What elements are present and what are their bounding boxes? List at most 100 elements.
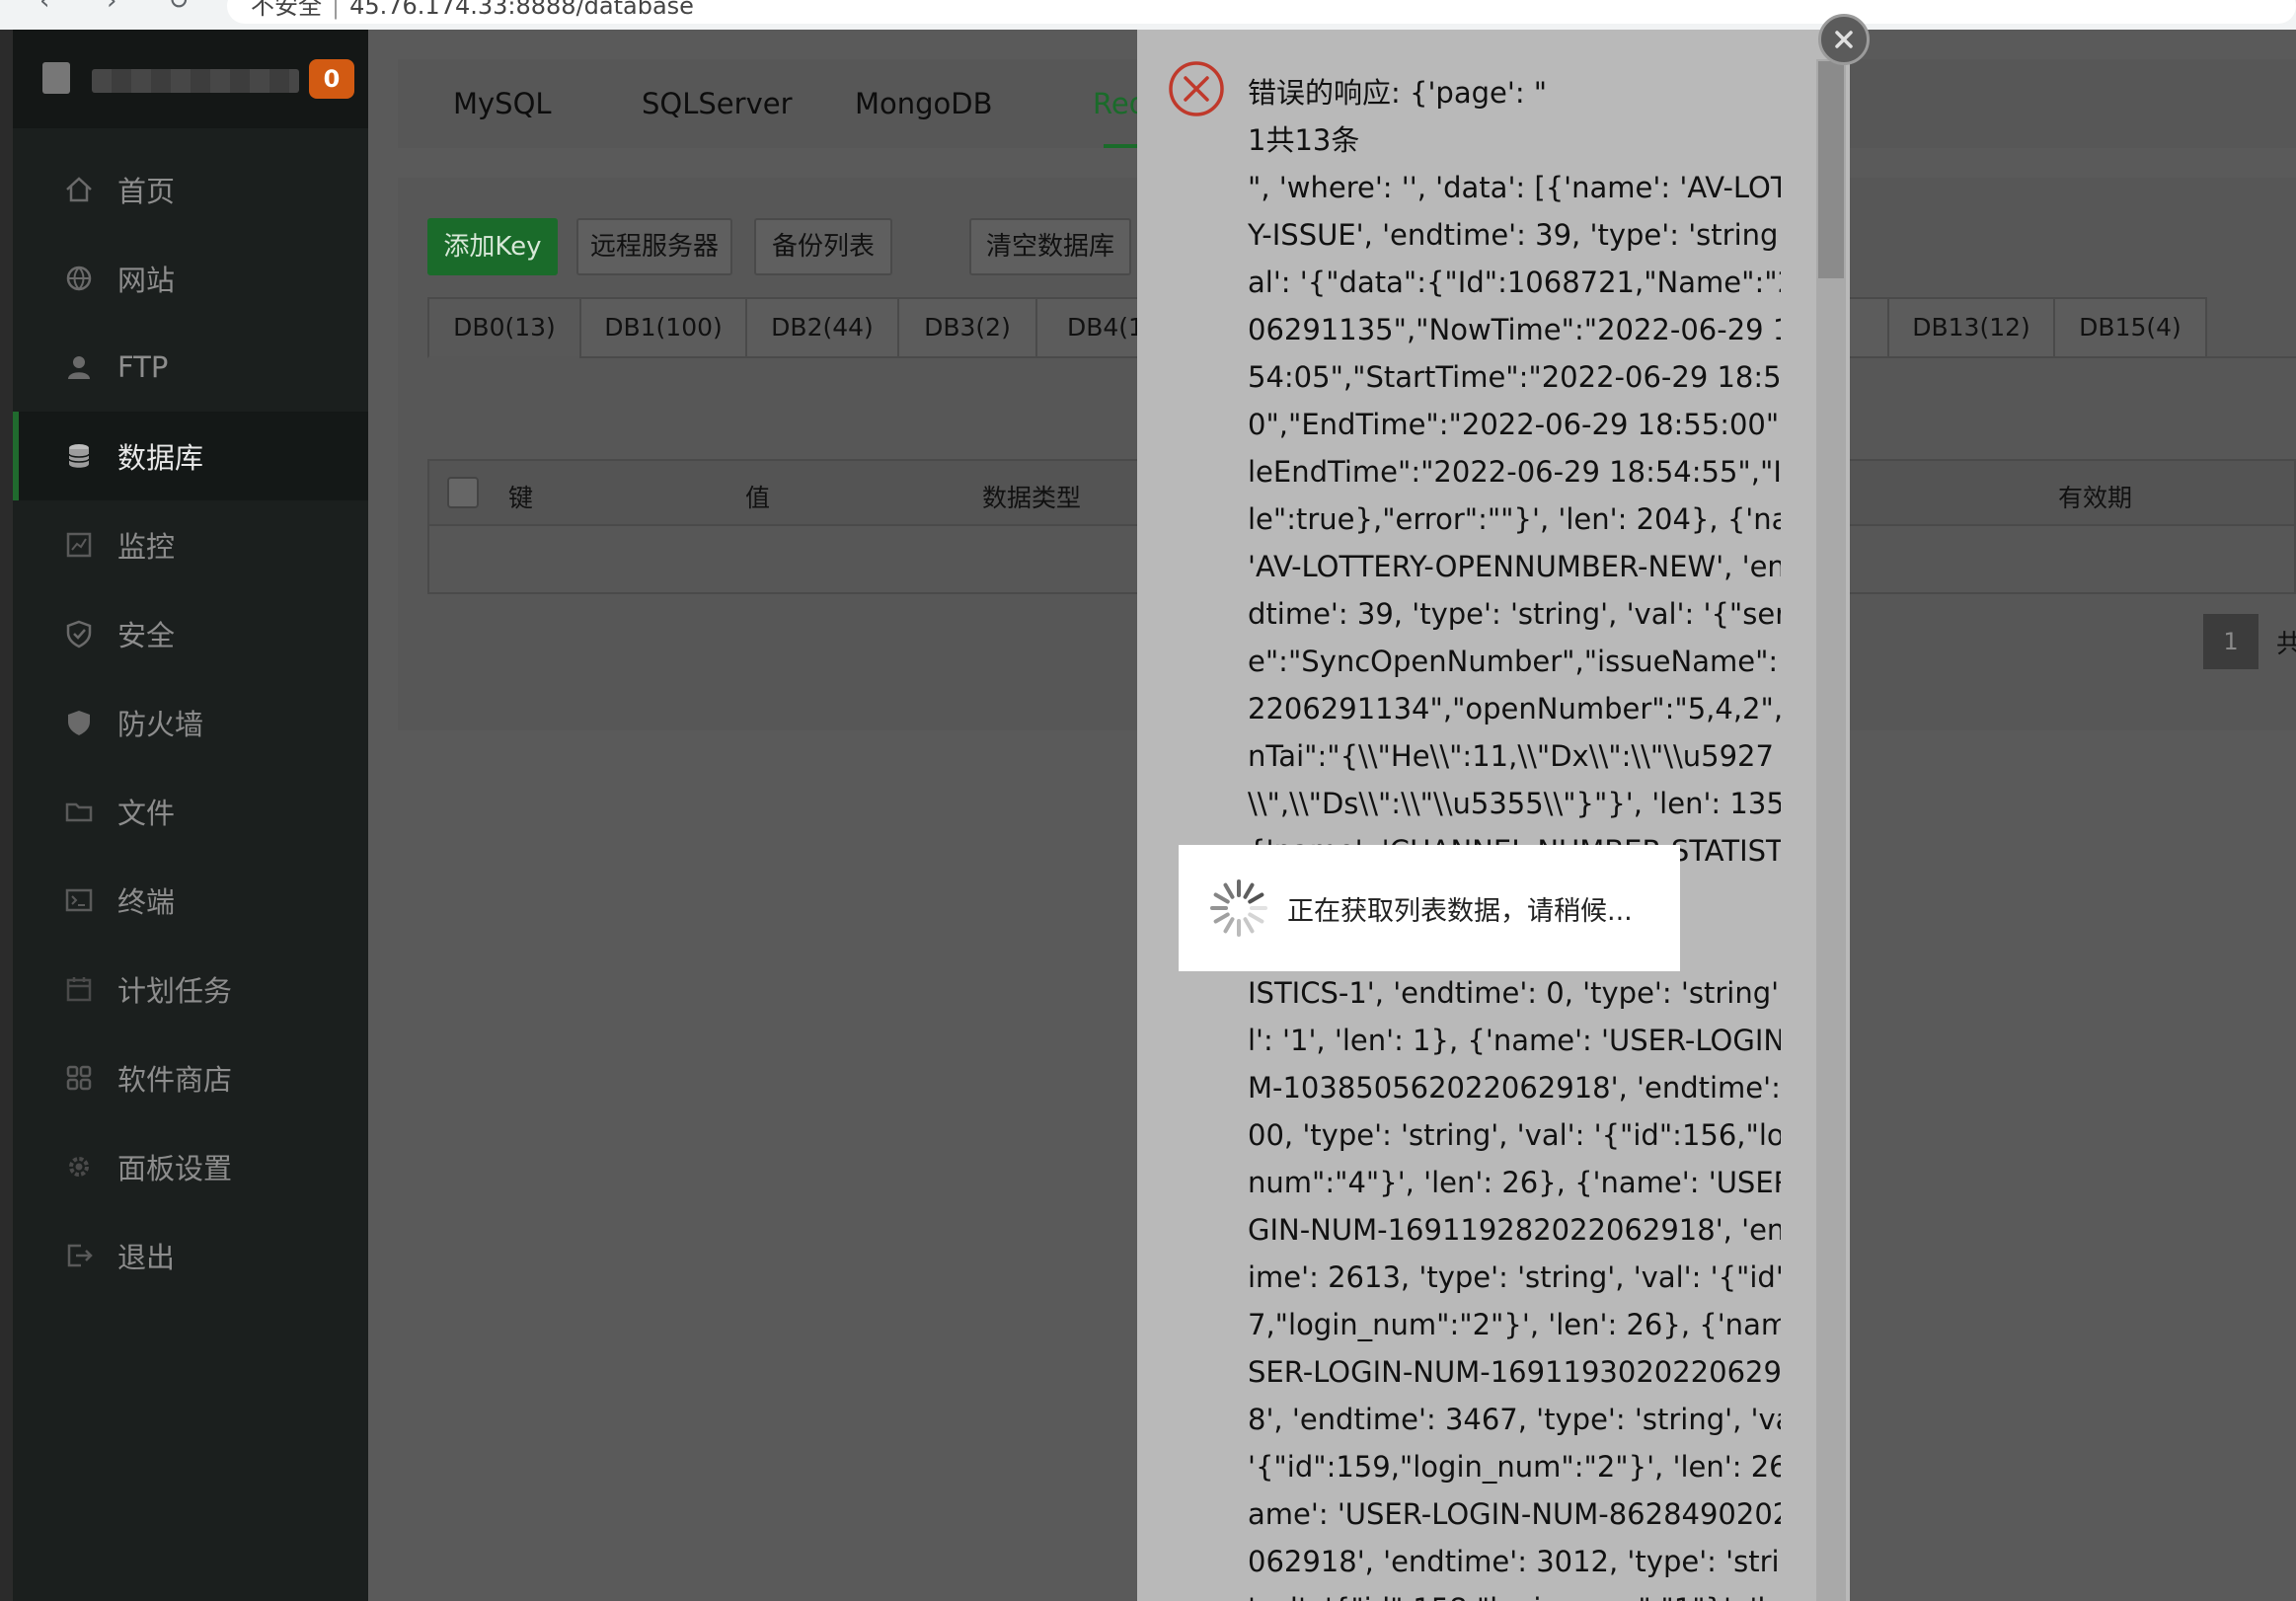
sidebar-item-logout[interactable]: 退出: [13, 1211, 368, 1300]
error-message-line: le":true},"error":""}', 'len': 204}, {'n…: [1248, 502, 1781, 536]
sidebar-item-label: 监控: [117, 530, 176, 564]
error-message-line: 00, 'type': 'string', 'val': '{"id":156,…: [1248, 1118, 1781, 1152]
sidebar-item-cron[interactable]: 计划任务: [13, 945, 368, 1033]
sidebar-item-firewall[interactable]: 防火墙: [13, 678, 368, 767]
update-badge[interactable]: 0: [309, 59, 354, 99]
tab-db13[interactable]: DB13(12): [1887, 297, 2055, 358]
forward-icon[interactable]: ›: [107, 0, 116, 16]
error-message-line: ame': 'USER-LOGIN-NUM-86284902022: [1248, 1497, 1781, 1531]
sidebar-item-label: 退出: [117, 1241, 176, 1274]
url-text: 45.76.174.33:8888/database: [349, 0, 694, 20]
error-message-line: \\",\\"Ds\\":\\"\\u5355\\"}"}', 'len': 1…: [1248, 787, 1781, 820]
dialog-scrollbar-thumb[interactable]: [1818, 61, 1844, 278]
add-key-button[interactable]: 添加Key: [427, 218, 558, 275]
column-value: 值: [745, 484, 771, 512]
firewall-icon: [64, 708, 94, 737]
error-message-line: M-103850562022062918', 'endtime': 26: [1248, 1071, 1781, 1105]
error-message-line: '{"id":159,"login_num":"2"}', 'len': 26}…: [1248, 1450, 1781, 1484]
tab-db2[interactable]: DB2(44): [745, 297, 899, 358]
server-icon: [42, 62, 70, 94]
sidebar-item-label: 终端: [117, 885, 176, 919]
back-icon[interactable]: ‹: [39, 0, 49, 16]
gear-icon: [64, 1152, 94, 1182]
apps-grid-icon: [64, 1063, 94, 1093]
error-message-line: 'AV-LOTTERY-OPENNUMBER-NEW', 'en: [1248, 550, 1781, 583]
tab-mysql[interactable]: MySQL: [453, 87, 552, 120]
sidebar: 0 首页 网站 FTP 数据库 监控 安全 防火墙 文件 终端 计划任务 软件商…: [13, 30, 368, 1601]
sidebar-item-monitor[interactable]: 监控: [13, 500, 368, 589]
error-message-line: l': '1', 'len': 1}, {'name': 'USER-LOGIN…: [1248, 1024, 1781, 1057]
sidebar-item-terminal[interactable]: 终端: [13, 856, 368, 945]
error-message-line: 2206291134","openNumber":"5,4,2","xi: [1248, 692, 1781, 725]
terminal-icon: [64, 885, 94, 915]
tab-mongodb[interactable]: MongoDB: [855, 87, 993, 120]
error-message-line: Y-ISSUE', 'endtime': 39, 'type': 'string…: [1248, 218, 1781, 252]
sidebar-item-label: 安全: [117, 619, 176, 652]
error-message-line: al': '{"data":{"Id":1068721,"Name":"2022: [1248, 266, 1781, 299]
sidebar-item-label: 计划任务: [117, 974, 233, 1008]
tab-db15[interactable]: DB15(4): [2053, 297, 2207, 358]
sidebar-item-label: 防火墙: [117, 708, 204, 741]
error-message-line: leEndTime":"2022-06-29 18:54:55","IsSa: [1248, 455, 1781, 489]
database-icon: [64, 441, 94, 471]
backup-list-button[interactable]: 备份列表: [754, 218, 892, 275]
ftp-user-icon: [64, 352, 94, 382]
home-icon: [64, 175, 94, 204]
security-label: 不安全: [251, 0, 322, 20]
error-message-line: 1共13条: [1248, 123, 1360, 157]
sidebar-item-panel-settings[interactable]: 面板设置: [13, 1122, 368, 1211]
sidebar-item-app-store[interactable]: 软件商店: [13, 1033, 368, 1122]
error-message-line: SER-LOGIN-NUM-16911930202206291: [1248, 1355, 1781, 1389]
monitor-icon: [64, 530, 94, 560]
tab-db4[interactable]: DB4(1: [1035, 297, 1144, 358]
error-message-line: e":"SyncOpenNumber","issueName":"20: [1248, 645, 1781, 678]
shield-icon: [64, 619, 94, 648]
column-data-type: 数据类型: [982, 484, 1082, 512]
server-ip-blurred: [92, 69, 299, 93]
error-message-line: dtime': 39, 'type': 'string', 'val': '{"…: [1248, 597, 1781, 631]
sidebar-item-label: 首页: [117, 175, 176, 208]
logout-icon: [64, 1241, 94, 1270]
folder-icon: [64, 797, 94, 826]
error-message-line: ", 'where': '', 'data': [{'name': 'AV-LO…: [1248, 171, 1781, 204]
dialog-scrollbar[interactable]: [1816, 59, 1846, 1601]
close-dialog-button[interactable]: [1818, 14, 1870, 65]
error-message-line: ime': 2613, 'type': 'string', 'val': '{"…: [1248, 1260, 1781, 1294]
logo-area: 0: [13, 30, 368, 128]
tab-db1[interactable]: DB1(100): [579, 297, 747, 358]
error-message-line: 7,"login_num":"2"}', 'len': 26}, {'name'…: [1248, 1308, 1781, 1341]
remote-server-button[interactable]: 远程服务器: [576, 218, 732, 275]
column-key: 键: [508, 484, 534, 512]
loading-spinner-icon: [1210, 879, 1267, 937]
tab-sqlserver[interactable]: SQLServer: [642, 87, 793, 120]
error-icon: [1169, 61, 1224, 116]
sidebar-item-database[interactable]: 数据库: [13, 412, 368, 500]
sidebar-item-home[interactable]: 首页: [13, 145, 368, 234]
error-message-line: 06291135","NowTime":"2022-06-29 18:: [1248, 313, 1781, 346]
sidebar-item-label: 软件商店: [117, 1063, 233, 1097]
tab-db0[interactable]: DB0(13): [427, 297, 581, 358]
sidebar-item-website[interactable]: 网站: [13, 234, 368, 323]
error-message-line: 54:05","StartTime":"2022-06-29 18:54:0: [1248, 360, 1781, 394]
sidebar-item-label: 数据库: [117, 441, 204, 475]
sidebar-item-security[interactable]: 安全: [13, 589, 368, 678]
sidebar-menu: 首页 网站 FTP 数据库 监控 安全 防火墙 文件 终端 计划任务 软件商店 …: [13, 145, 368, 1300]
sidebar-item-label: FTP: [117, 350, 169, 384]
page-1-button[interactable]: 1: [2203, 614, 2258, 669]
sidebar-item-ftp[interactable]: FTP: [13, 323, 368, 412]
error-message-line: 'val': '{"id":158,"login_num":"1"}', 'le…: [1248, 1585, 1781, 1601]
clear-database-button[interactable]: 清空数据库: [969, 218, 1131, 275]
loading-toast: 正在获取列表数据，请稍候...: [1179, 845, 1680, 971]
url-field[interactable]: 不安全 | 45.76.174.33:8888/database: [227, 0, 2296, 24]
sidebar-item-files[interactable]: 文件: [13, 767, 368, 856]
reload-icon[interactable]: ↻: [168, 0, 190, 16]
browser-address-bar: ‹ › ↻ 不安全 | 45.76.174.33:8888/database: [0, 0, 2296, 30]
tab-db3[interactable]: DB3(2): [897, 297, 1037, 358]
globe-icon: [64, 264, 94, 293]
error-message-line: 错误的响应: {'page': ": [1248, 76, 1548, 110]
error-message-line: nTai":"{\\"He\\":11,\\"Dx\\":\\"\\u5927: [1248, 739, 1774, 773]
error-message-line: 062918', 'endtime': 3012, 'type': 'strin…: [1248, 1545, 1781, 1578]
window-edge: [0, 30, 13, 1601]
select-all-checkbox[interactable]: [447, 477, 479, 508]
sidebar-item-label: 文件: [117, 797, 176, 830]
